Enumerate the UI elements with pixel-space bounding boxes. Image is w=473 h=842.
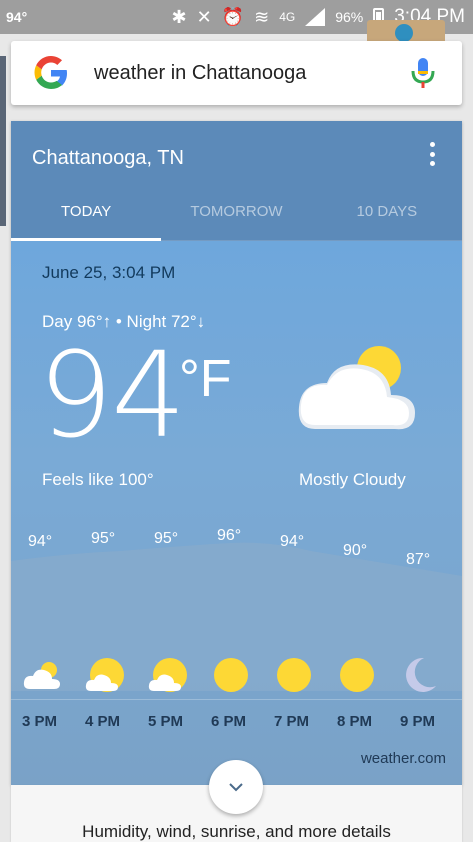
- tab-today[interactable]: TODAY: [11, 191, 162, 241]
- hour-temp: 94°: [280, 533, 305, 550]
- hour-label: 5 PM: [148, 713, 184, 730]
- signal-icon: [305, 8, 326, 26]
- weather-source-link[interactable]: weather.com: [361, 750, 446, 767]
- hour-temp: 96°: [217, 527, 242, 544]
- mute-icon: ✕: [196, 7, 212, 27]
- partly-cloudy-icon: [23, 662, 60, 689]
- weather-card-header: Chattanooga, TN TODAY TOMORROW 10 DAYS: [11, 121, 462, 241]
- partly-cloudy-icon: [148, 658, 187, 692]
- mostly-cloudy-icon: [298, 346, 415, 430]
- google-logo-icon: [34, 56, 67, 89]
- mic-icon[interactable]: [410, 56, 436, 90]
- expand-details-button[interactable]: [209, 760, 263, 814]
- hour-temp: 94°: [28, 533, 53, 550]
- forecast-tabs: TODAY TOMORROW 10 DAYS: [11, 191, 462, 241]
- hour-label: 4 PM: [85, 713, 121, 730]
- hour-label: 8 PM: [337, 713, 373, 730]
- partly-cloudy-icon: [85, 658, 124, 692]
- hour-label: 9 PM: [400, 713, 436, 730]
- status-temperature: 94°: [6, 9, 28, 25]
- search-input[interactable]: weather in Chattanooga: [94, 62, 410, 85]
- hour-label: 3 PM: [22, 713, 58, 730]
- hour-label: 6 PM: [211, 713, 247, 730]
- hour-temp: 90°: [343, 542, 368, 559]
- weather-card: Chattanooga, TN TODAY TOMORROW 10 DAYS J…: [11, 121, 462, 785]
- sun-icon: [340, 658, 374, 692]
- tab-10-days[interactable]: 10 DAYS: [312, 191, 462, 241]
- feels-like-temperature: Feels like 100°: [42, 470, 154, 489]
- wifi-icon: ≋: [254, 7, 270, 27]
- hour-temp: 87°: [406, 551, 431, 568]
- moon-icon: [406, 657, 436, 692]
- bluetooth-icon: ✱: [171, 7, 187, 27]
- alarm-icon: ⏰: [221, 7, 245, 27]
- forecast-date: June 25, 3:04 PM: [42, 263, 176, 282]
- tab-tomorrow[interactable]: TOMORROW: [161, 191, 311, 241]
- hour-temp: 95°: [154, 530, 179, 547]
- sun-icon: [214, 658, 248, 692]
- sun-icon: [277, 658, 311, 692]
- temperature-unit: °F: [179, 350, 232, 408]
- more-options-icon[interactable]: [430, 142, 436, 166]
- details-label: Humidity, wind, sunrise, and more detail…: [82, 822, 391, 841]
- battery-percent: 96%: [335, 9, 364, 25]
- network-type: 4G: [279, 10, 296, 24]
- background-wallpaper: [0, 56, 6, 226]
- hour-separator: [11, 699, 462, 700]
- current-temperature: 94: [38, 326, 186, 464]
- hour-temp: 95°: [91, 530, 116, 547]
- search-bar[interactable]: weather in Chattanooga: [11, 41, 462, 105]
- chevron-down-icon: [229, 783, 243, 792]
- weather-condition: Mostly Cloudy: [299, 470, 406, 489]
- hour-label: 7 PM: [274, 713, 310, 730]
- location-title: Chattanooga, TN: [32, 147, 184, 169]
